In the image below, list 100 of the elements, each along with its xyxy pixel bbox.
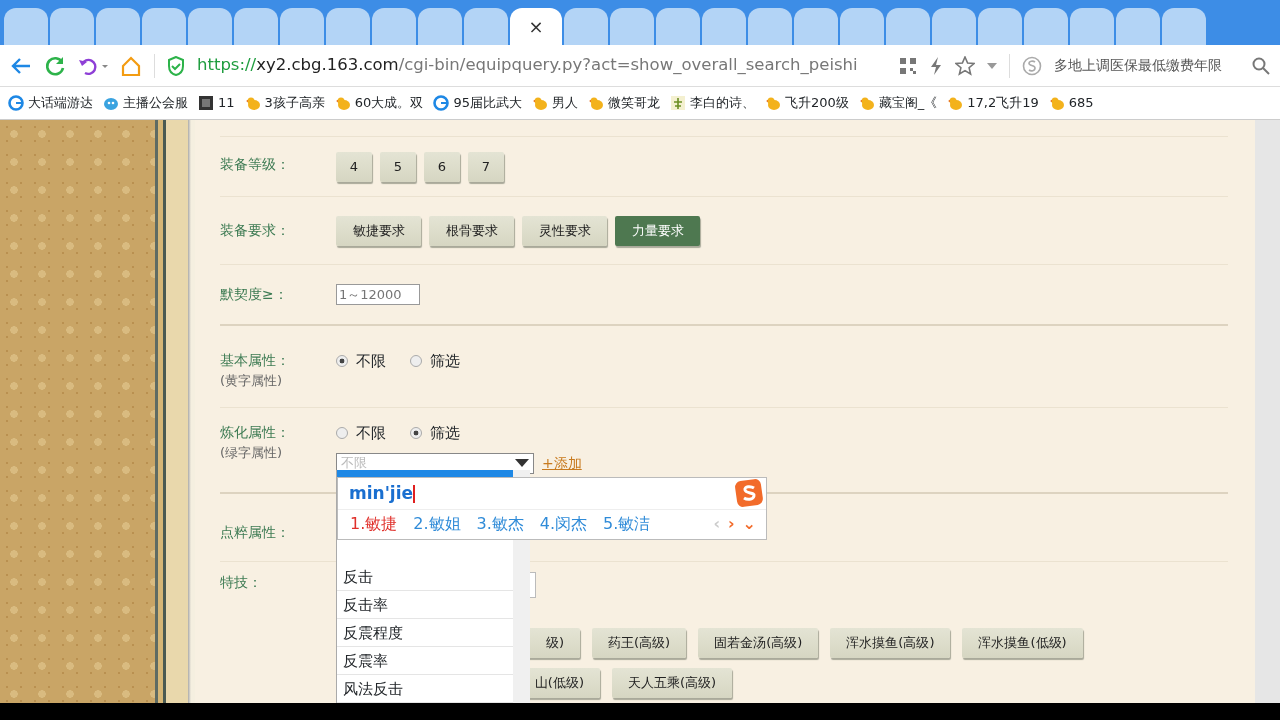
level-button[interactable]: 6 <box>424 151 460 182</box>
browser-tab[interactable] <box>96 8 140 45</box>
bookmark[interactable]: 17,2飞升19 <box>947 93 1039 113</box>
browser-tab[interactable] <box>280 8 324 45</box>
browser-tab[interactable] <box>748 8 792 45</box>
tacit-input[interactable]: 1～12000 <box>336 284 420 305</box>
ime-candidate[interactable]: 1.敏捷 <box>350 512 398 536</box>
thumbnail-icon <box>198 95 214 111</box>
skill-button[interactable]: 天人五乘(高级) <box>612 668 733 698</box>
browser-tab[interactable] <box>886 8 930 45</box>
star-icon[interactable] <box>955 55 975 76</box>
radio-label: 不限 <box>356 351 386 372</box>
chick-icon <box>947 95 964 111</box>
chick-icon <box>334 95 351 111</box>
qr-code-icon[interactable] <box>899 56 917 75</box>
radio-button[interactable] <box>336 427 348 440</box>
radio-button[interactable] <box>410 355 422 368</box>
level-button[interactable]: 7 <box>468 151 504 182</box>
bookmark[interactable]: 11 <box>198 93 235 113</box>
browser-tab[interactable] <box>794 8 838 45</box>
browser-tab[interactable] <box>418 8 462 45</box>
bookmark[interactable]: 95届比武大 <box>433 93 522 113</box>
browser-tab[interactable] <box>656 8 700 45</box>
requirement-button[interactable]: 灵性要求 <box>522 215 607 246</box>
plant-icon <box>669 95 686 111</box>
search-icon[interactable] <box>1252 56 1270 75</box>
browser-tab[interactable] <box>1116 8 1160 45</box>
chick-icon <box>858 95 875 111</box>
requirement-button[interactable]: 敏捷要求 <box>336 215 421 246</box>
shield-icon <box>167 55 185 76</box>
browser-tab[interactable] <box>188 8 232 45</box>
bookmark[interactable]: 李白的诗、 <box>669 93 755 113</box>
caret-icon[interactable] <box>987 62 997 69</box>
home-icon[interactable] <box>120 54 142 77</box>
chick-icon <box>531 95 548 111</box>
radio-button[interactable] <box>336 355 348 368</box>
radio-label: 筛选 <box>430 423 460 444</box>
skill-button[interactable]: 浑水摸鱼(低级) <box>962 628 1083 658</box>
chick-icon <box>1048 95 1065 111</box>
browser-tab[interactable] <box>978 8 1022 45</box>
bookmark[interactable]: 3孩子高亲 <box>244 93 325 113</box>
browser-tab[interactable] <box>932 8 976 45</box>
browser-tab[interactable] <box>702 8 746 45</box>
address-field[interactable]: https://xy2.cbg.163.com/cgi-bin/equipquery.py?act=show_overall_search_peishi <box>197 53 887 78</box>
field-label: 炼化属性： <box>220 423 291 442</box>
field-label: 默契度≥： <box>220 285 289 304</box>
browser-tab[interactable] <box>4 8 48 45</box>
bookmark[interactable]: 微笑哥龙 <box>587 93 660 113</box>
skill-button[interactable]: 固若金汤(高级) <box>698 628 819 658</box>
skill-button[interactable]: 药王(高级) <box>592 628 687 658</box>
browser-tab[interactable] <box>142 8 186 45</box>
field-label: 特技： <box>220 573 263 592</box>
ime-candidate[interactable]: 2.敏姐 <box>413 512 461 536</box>
browser-tab[interactable]: × <box>510 8 562 45</box>
skill-button[interactable]: 浑水摸鱼(高级) <box>830 628 951 658</box>
back-icon[interactable] <box>10 55 32 76</box>
reload-icon[interactable] <box>44 54 66 77</box>
browser-tab[interactable] <box>50 8 94 45</box>
bookmark[interactable]: 685 <box>1048 93 1094 113</box>
coin-icon <box>1022 55 1042 76</box>
browser-tab[interactable] <box>610 8 654 45</box>
face-icon <box>103 95 119 111</box>
requirement-button[interactable]: 根骨要求 <box>429 215 514 246</box>
field-note: (绿字属性) <box>220 444 284 462</box>
browser-tab[interactable] <box>464 8 508 45</box>
browser-tab[interactable] <box>564 8 608 45</box>
globe-icon <box>433 95 450 111</box>
ime-candidate[interactable]: 4.闵杰 <box>539 512 588 536</box>
bookmark[interactable]: 大话端游达 <box>8 93 93 113</box>
browser-tab[interactable] <box>234 8 278 45</box>
lightning-icon[interactable] <box>929 55 943 76</box>
radio-label: 筛选 <box>430 351 460 372</box>
browser-tab[interactable] <box>1162 8 1206 45</box>
search-field[interactable]: 多地上调医保最低缴费年限 <box>1054 55 1240 76</box>
browser-tab[interactable] <box>1024 8 1068 45</box>
close-button[interactable]: × <box>528 13 544 40</box>
level-button[interactable]: 4 <box>336 151 372 182</box>
field-label: 点粹属性： <box>220 523 291 542</box>
field-label: 装备要求： <box>220 221 291 240</box>
bookmark[interactable]: 飞升200级 <box>764 93 849 113</box>
field-note: (黄字属性) <box>220 372 284 390</box>
field-label: 基本属性： <box>220 351 291 370</box>
radio-button[interactable] <box>410 427 422 440</box>
level-button[interactable]: 5 <box>380 151 416 182</box>
bookmark[interactable]: 60大成。双 <box>334 93 424 113</box>
bookmark[interactable]: 藏宝阁_《 <box>858 93 938 113</box>
requirement-button[interactable]: 力量要求 <box>615 215 700 246</box>
field-label: 装备等级： <box>220 155 291 174</box>
globe-icon <box>8 95 24 111</box>
ime-candidate[interactable]: 3.敏杰 <box>476 512 524 536</box>
browser-tab[interactable] <box>326 8 370 45</box>
browser-tab[interactable] <box>840 8 884 45</box>
bookmark[interactable]: 男人 <box>531 93 578 113</box>
browser-tab[interactable] <box>372 8 416 45</box>
ime-candidate[interactable]: 5.敏洁 <box>603 512 651 536</box>
bookmark[interactable]: 主播公会服 <box>103 93 188 113</box>
chick-icon <box>587 95 604 111</box>
browser-tab[interactable] <box>1070 8 1114 45</box>
caret-icon <box>515 459 529 467</box>
chick-icon <box>244 95 261 111</box>
